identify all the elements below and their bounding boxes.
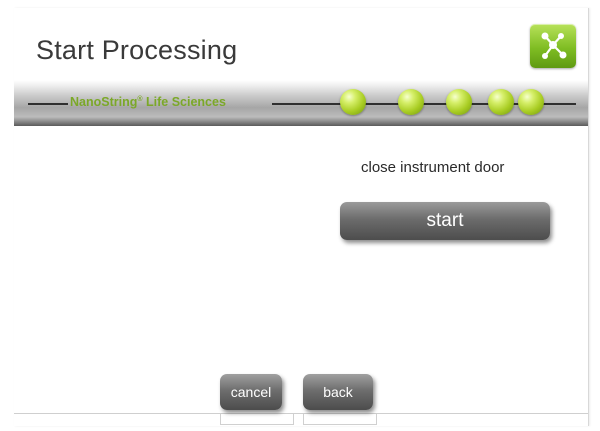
brand-text: NanoString — [70, 95, 138, 109]
start-button[interactable]: start — [340, 202, 550, 240]
footer-divider — [14, 413, 588, 414]
back-button-outline — [303, 414, 377, 425]
brand-banner: NanoString® Life Sciences — [14, 80, 588, 126]
banner-divider — [28, 103, 68, 105]
progress-dot — [518, 89, 544, 115]
back-button[interactable]: back — [303, 374, 373, 410]
page-title: Start Processing — [36, 35, 238, 65]
progress-dot — [446, 89, 472, 115]
progress-dot — [340, 89, 366, 115]
brand-name: NanoString® Life Sciences — [70, 95, 226, 109]
app-window: Start Processing NanoString® Life Scienc… — [14, 8, 589, 426]
cancel-button-outline — [220, 414, 294, 425]
progress-dot — [398, 89, 424, 115]
cancel-button[interactable]: cancel — [220, 374, 282, 410]
progress-dot — [488, 89, 514, 115]
network-nodes-icon[interactable] — [530, 24, 576, 68]
instruction-text: close instrument door — [361, 159, 505, 176]
brand-suffix: Life Sciences — [142, 95, 226, 109]
